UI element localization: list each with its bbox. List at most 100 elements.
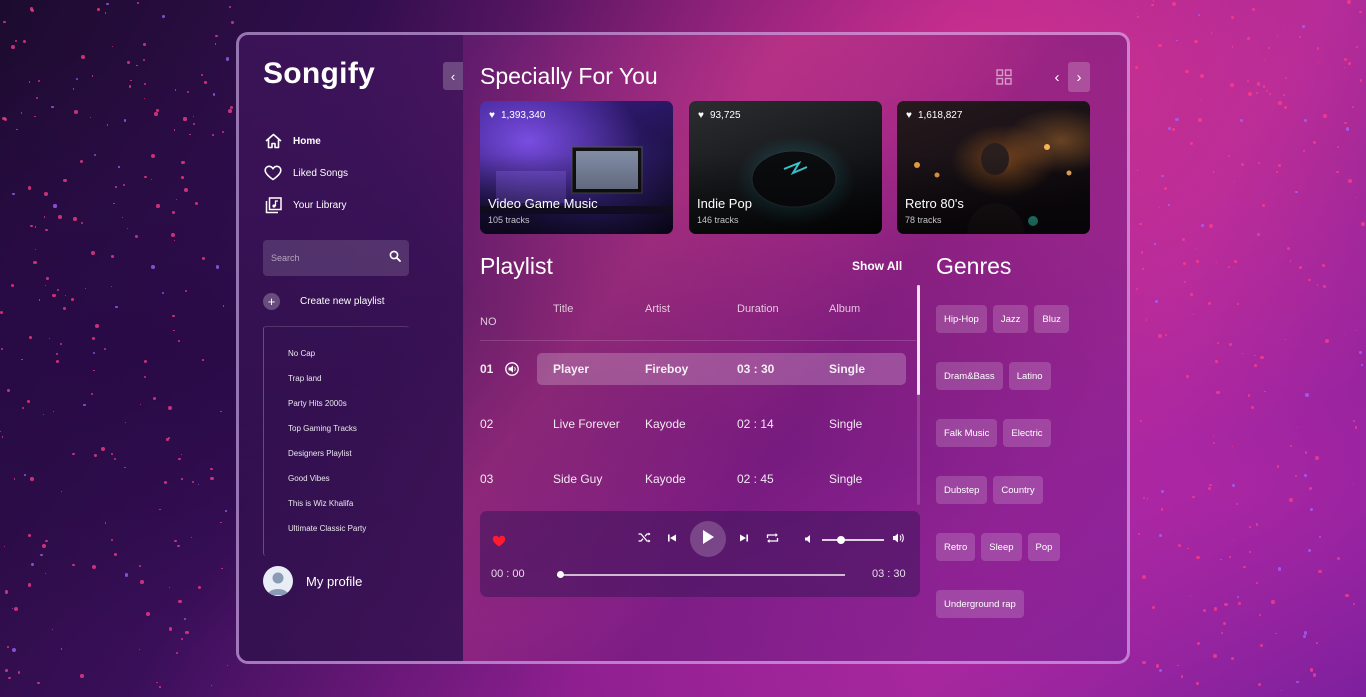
genre-tag[interactable]: Jazz bbox=[992, 305, 1029, 333]
table-row[interactable]: 02 Live Forever Kayode 02 : 14 Single bbox=[480, 396, 916, 451]
scrollbar-thumb[interactable] bbox=[917, 285, 920, 395]
column-header[interactable]: Album bbox=[829, 303, 916, 340]
shuffle-button[interactable] bbox=[630, 521, 658, 557]
play-button[interactable] bbox=[690, 521, 726, 557]
background-speck bbox=[51, 105, 54, 109]
background-speck bbox=[1155, 664, 1160, 668]
volume-low-icon[interactable] bbox=[804, 531, 814, 549]
volume-slider[interactable] bbox=[822, 536, 884, 544]
table-row[interactable]: 01 Player Fireboy 03 : 30 Single bbox=[480, 341, 916, 396]
background-speck bbox=[1137, 532, 1140, 536]
background-speck bbox=[145, 611, 150, 616]
genre-row: Falk Music Electric bbox=[936, 419, 1116, 476]
playlist-item[interactable]: Ultimate Classic Party bbox=[264, 524, 409, 549]
collapse-sidebar-button[interactable]: ‹ bbox=[443, 62, 463, 90]
background-speck bbox=[104, 347, 106, 350]
background-speck bbox=[1142, 660, 1146, 665]
featured-card[interactable]: ♥ 1,618,827 Retro 80's 78 tracks bbox=[897, 101, 1090, 234]
playlist-item[interactable]: Party Hits 2000s bbox=[264, 399, 409, 424]
column-header[interactable]: Title bbox=[553, 303, 645, 340]
background-speck bbox=[174, 129, 176, 131]
featured-card[interactable]: ♥ 93,725 Indie Pop 146 tracks bbox=[689, 101, 882, 234]
track-duration: 02 : 14 bbox=[737, 416, 774, 431]
carousel-prev-button[interactable]: ‹ bbox=[1046, 62, 1068, 92]
genre-tag[interactable]: Electric bbox=[1003, 419, 1051, 447]
grid-view-icon[interactable] bbox=[996, 69, 1012, 90]
background-speck bbox=[62, 178, 67, 183]
show-all-link[interactable]: Show All bbox=[852, 259, 902, 273]
background-speck bbox=[220, 410, 222, 413]
background-speck bbox=[110, 452, 114, 456]
background-speck bbox=[1227, 155, 1230, 158]
genre-tag[interactable]: Underground rap bbox=[936, 590, 1024, 618]
playlist-scrollbar[interactable] bbox=[917, 285, 920, 505]
background-speck bbox=[1212, 441, 1215, 444]
background-speck bbox=[43, 414, 45, 416]
nav-item-liked-songs[interactable]: Liked Songs bbox=[263, 157, 348, 189]
create-playlist-button[interactable]: + Create new playlist bbox=[263, 293, 384, 310]
playlist-item[interactable]: Top Gaming Tracks bbox=[264, 424, 409, 449]
genre-tag[interactable]: Pop bbox=[1027, 533, 1061, 561]
background-speck bbox=[1305, 393, 1309, 398]
genre-tag[interactable]: Latino bbox=[1008, 362, 1051, 390]
like-heart-icon[interactable] bbox=[492, 534, 506, 550]
background-speck bbox=[1142, 268, 1144, 270]
background-speck bbox=[184, 289, 187, 293]
search-icon[interactable] bbox=[389, 249, 401, 267]
background-speck bbox=[139, 649, 141, 651]
table-row[interactable]: 03 Side Guy Kayode 02 : 45 Single bbox=[480, 451, 916, 506]
genre-tag[interactable]: Sleep bbox=[981, 533, 1022, 561]
next-button[interactable] bbox=[730, 521, 758, 557]
featured-card[interactable]: ♥ 1,393,340 Video Game Music 105 tracks bbox=[480, 101, 673, 234]
previous-button[interactable] bbox=[658, 521, 686, 557]
background-speck bbox=[1151, 606, 1155, 610]
background-speck bbox=[56, 360, 59, 363]
carousel-next-button[interactable]: › bbox=[1068, 62, 1090, 92]
skip-previous-icon bbox=[667, 533, 677, 546]
genre-row: Underground rap bbox=[936, 590, 1116, 647]
volume-high-icon[interactable] bbox=[892, 531, 905, 549]
playlist-item[interactable]: Trap land bbox=[264, 374, 409, 399]
progress-bar[interactable] bbox=[557, 571, 845, 578]
background-speck bbox=[1172, 128, 1175, 131]
genre-tag[interactable]: Country bbox=[993, 476, 1043, 504]
genre-tag[interactable]: Dram&Bass bbox=[936, 362, 1003, 390]
background-speck bbox=[1231, 656, 1235, 660]
column-header[interactable]: Duration bbox=[737, 303, 829, 340]
search-input[interactable] bbox=[271, 253, 389, 263]
background-speck bbox=[17, 671, 21, 674]
genre-tag[interactable]: Dubstep bbox=[936, 476, 988, 504]
genre-tag[interactable]: Bluz bbox=[1034, 305, 1069, 333]
playlist-item[interactable]: Designers Playlist bbox=[264, 449, 409, 474]
background-speck bbox=[150, 178, 152, 181]
column-header[interactable]: NO bbox=[480, 303, 553, 340]
background-speck bbox=[175, 651, 179, 655]
background-speck bbox=[161, 292, 164, 295]
row-number: 03 bbox=[480, 471, 494, 486]
genre-tag[interactable]: Hip-Hop bbox=[936, 305, 987, 333]
background-speck bbox=[37, 80, 41, 83]
background-speck bbox=[1325, 339, 1330, 343]
background-speck bbox=[1295, 474, 1298, 477]
genre-tag[interactable]: Retro bbox=[936, 533, 976, 561]
column-header[interactable]: Artist bbox=[645, 303, 737, 340]
track-duration: 02 : 45 bbox=[737, 471, 774, 486]
track-artist: Kayode bbox=[645, 416, 686, 431]
background-speck bbox=[1241, 162, 1245, 166]
background-speck bbox=[169, 587, 171, 589]
genre-tag[interactable]: Falk Music bbox=[936, 419, 998, 447]
progress-knob[interactable] bbox=[557, 571, 564, 578]
background-speck bbox=[212, 93, 216, 96]
nav-item-home[interactable]: Home bbox=[263, 125, 348, 157]
profile-link[interactable]: My profile bbox=[263, 566, 362, 596]
nav-item-your-library[interactable]: Your Library bbox=[263, 189, 348, 221]
playlist-item[interactable]: Good Vibes bbox=[264, 474, 409, 499]
background-speck bbox=[128, 85, 132, 88]
playlist-item[interactable]: No Cap bbox=[264, 349, 409, 374]
background-speck bbox=[1150, 3, 1154, 7]
repeat-button[interactable] bbox=[758, 521, 786, 557]
background-speck bbox=[3, 20, 6, 23]
volume-slider-knob[interactable] bbox=[836, 536, 845, 544]
playlist-item[interactable]: This is Wiz Khalifa bbox=[264, 499, 409, 524]
background-speck bbox=[56, 353, 59, 356]
